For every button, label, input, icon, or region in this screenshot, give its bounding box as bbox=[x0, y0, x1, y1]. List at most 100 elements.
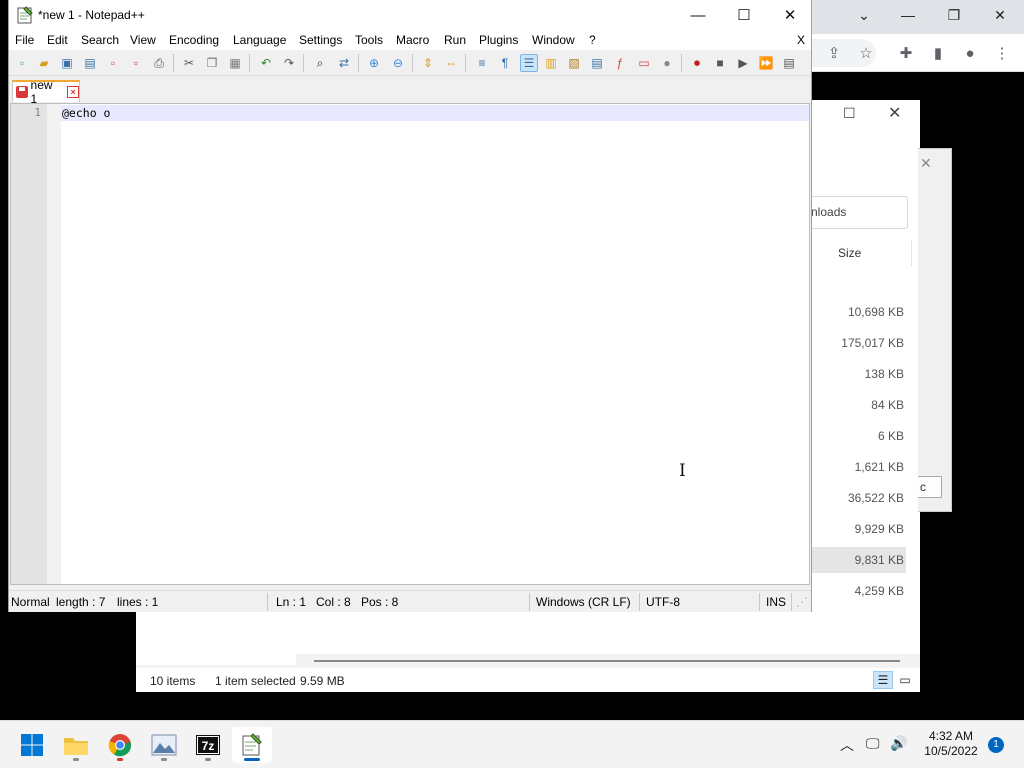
close-icon[interactable]: ✕ bbox=[888, 103, 906, 125]
new-file-icon[interactable]: ▫ bbox=[13, 54, 31, 72]
scrollbar-thumb[interactable] bbox=[314, 660, 900, 662]
menu-view[interactable]: View bbox=[130, 33, 156, 47]
paste-icon[interactable]: ▦ bbox=[226, 54, 244, 72]
menu-edit[interactable]: Edit bbox=[47, 33, 68, 47]
run-macro-multiple-icon[interactable]: ⏩ bbox=[757, 54, 775, 72]
share-icon[interactable]: ⇪ bbox=[822, 41, 846, 65]
maximize-icon[interactable]: ☐ bbox=[843, 105, 859, 125]
show-hidden-icons-icon[interactable]: ︿ bbox=[840, 735, 854, 755]
indent-guide-icon[interactable]: ☰ bbox=[520, 54, 538, 72]
file-size-cell[interactable]: 175,017 KB bbox=[810, 330, 906, 356]
menu-file[interactable]: File bbox=[15, 33, 34, 47]
monitoring-icon[interactable]: ● bbox=[658, 54, 676, 72]
side-panel-icon[interactable]: ▮ bbox=[926, 41, 950, 65]
record-macro-icon[interactable]: ⏺ bbox=[688, 54, 706, 72]
column-divider[interactable] bbox=[911, 240, 912, 266]
status-separator bbox=[639, 593, 640, 611]
file-size-cell[interactable]: 84 KB bbox=[810, 392, 906, 418]
redo-icon[interactable]: ↷ bbox=[280, 54, 298, 72]
tiles-view-icon[interactable]: ▭ bbox=[895, 671, 915, 689]
file-size-cell[interactable]: 9,831 KB bbox=[810, 547, 906, 573]
save-icon[interactable]: ▣ bbox=[58, 54, 76, 72]
udl-icon[interactable]: ▥ bbox=[542, 54, 560, 72]
menu-language[interactable]: Language bbox=[233, 33, 286, 47]
menu-settings[interactable]: Settings bbox=[299, 33, 342, 47]
close-document-button[interactable]: X bbox=[797, 33, 805, 47]
folder-workspace-icon[interactable]: ▭ bbox=[635, 54, 653, 72]
show-all-chars-icon[interactable]: ¶ bbox=[496, 54, 514, 72]
network-icon[interactable]: 🖵 bbox=[866, 735, 880, 752]
menu-search[interactable]: Search bbox=[81, 33, 119, 47]
menu-window[interactable]: Window bbox=[532, 33, 575, 47]
start-button[interactable] bbox=[12, 727, 52, 763]
stop-macro-icon[interactable]: ■ bbox=[711, 54, 729, 72]
close-file-icon[interactable]: ▫ bbox=[104, 54, 122, 72]
file-size-cell[interactable]: 6 KB bbox=[810, 423, 906, 449]
maximize-button[interactable]: ☐ bbox=[721, 0, 767, 30]
restore-icon[interactable]: ❐ bbox=[934, 4, 974, 26]
taskbar-chrome[interactable] bbox=[100, 727, 140, 763]
zoom-in-icon[interactable]: ⊕ bbox=[365, 54, 383, 72]
close-icon[interactable]: ✕ bbox=[980, 4, 1020, 26]
dialog-button[interactable]: c bbox=[918, 476, 942, 498]
taskbar-notepadpp[interactable] bbox=[232, 727, 272, 763]
editor-pane[interactable]: 1 @echo o bbox=[10, 103, 810, 585]
running-indicator bbox=[205, 758, 211, 761]
file-size-cell[interactable]: 9,929 KB bbox=[810, 516, 906, 542]
function-list-icon[interactable]: ƒ bbox=[611, 54, 629, 72]
menu-tools[interactable]: Tools bbox=[355, 33, 383, 47]
profile-icon[interactable]: ● bbox=[958, 41, 982, 65]
file-size-cell[interactable]: 36,522 KB bbox=[810, 485, 906, 511]
toolbar-separator bbox=[303, 54, 304, 72]
undo-icon[interactable]: ↶ bbox=[257, 54, 275, 72]
zoom-out-icon[interactable]: ⊖ bbox=[389, 54, 407, 72]
play-macro-icon[interactable]: ▶ bbox=[734, 54, 752, 72]
chevron-down-icon[interactable]: ⌄ bbox=[844, 4, 884, 26]
close-button[interactable]: ✕ bbox=[767, 0, 813, 30]
file-size-cell[interactable]: 138 KB bbox=[810, 361, 906, 387]
extensions-icon[interactable]: ✚ bbox=[894, 41, 918, 65]
close-all-icon[interactable]: ▫ bbox=[127, 54, 145, 72]
minimize-icon[interactable]: — bbox=[888, 4, 928, 26]
doc-map-icon[interactable]: ▧ bbox=[565, 54, 583, 72]
notification-badge[interactable]: 1 bbox=[988, 737, 1004, 753]
copy-icon[interactable]: ❐ bbox=[203, 54, 221, 72]
taskbar-photos[interactable] bbox=[144, 727, 184, 763]
more-menu-icon[interactable]: ⋮ bbox=[990, 41, 1014, 65]
cut-icon[interactable]: ✂ bbox=[180, 54, 198, 72]
close-icon[interactable]: ✕ bbox=[920, 155, 932, 172]
save-all-icon[interactable]: ▤ bbox=[81, 54, 99, 72]
print-icon[interactable]: ⎙ bbox=[150, 54, 168, 72]
size-column-header[interactable]: Size bbox=[838, 246, 861, 260]
bookmark-star-icon[interactable]: ☆ bbox=[854, 41, 878, 65]
sync-horizontal-icon[interactable]: ⇔ bbox=[442, 54, 460, 72]
resize-grip-icon[interactable]: ⋰ bbox=[796, 595, 808, 609]
save-macro-icon[interactable]: ▤ bbox=[780, 54, 798, 72]
find-icon[interactable]: ⌕ bbox=[311, 54, 329, 72]
menu-help[interactable]: ? bbox=[589, 33, 596, 47]
open-file-icon[interactable]: ▰ bbox=[35, 54, 53, 72]
menu-encoding[interactable]: Encoding bbox=[169, 33, 219, 47]
details-view-icon[interactable]: ☰ bbox=[873, 671, 893, 689]
clock[interactable]: 4:32 AM 10/5/2022 bbox=[918, 729, 984, 759]
search-input[interactable]: nloads bbox=[810, 196, 908, 229]
menu-run[interactable]: Run bbox=[444, 33, 466, 47]
tab-close-icon[interactable]: × bbox=[67, 86, 79, 98]
sync-vertical-icon[interactable]: ⇕ bbox=[419, 54, 437, 72]
fold-margin[interactable] bbox=[47, 104, 61, 584]
file-size-cell[interactable]: 4,259 KB bbox=[810, 578, 906, 604]
menu-macro[interactable]: Macro bbox=[396, 33, 429, 47]
volume-icon[interactable]: 🔊 bbox=[890, 735, 907, 752]
menu-plugins[interactable]: Plugins bbox=[479, 33, 518, 47]
tab-new-1[interactable]: new 1 × bbox=[12, 78, 80, 106]
file-size-cell[interactable]: 10,698 KB bbox=[810, 299, 906, 325]
doc-list-icon[interactable]: ▤ bbox=[588, 54, 606, 72]
replace-icon[interactable]: ⇄ bbox=[335, 54, 353, 72]
file-size-cell[interactable]: 1,621 KB bbox=[810, 454, 906, 480]
word-wrap-icon[interactable]: ≡ bbox=[473, 54, 491, 72]
horizontal-scrollbar[interactable] bbox=[296, 654, 920, 668]
taskbar-7zip[interactable]: 7z bbox=[188, 727, 228, 763]
code-line[interactable]: @echo o bbox=[62, 106, 110, 120]
minimize-button[interactable]: — bbox=[675, 0, 721, 30]
taskbar-file-explorer[interactable] bbox=[56, 727, 96, 763]
